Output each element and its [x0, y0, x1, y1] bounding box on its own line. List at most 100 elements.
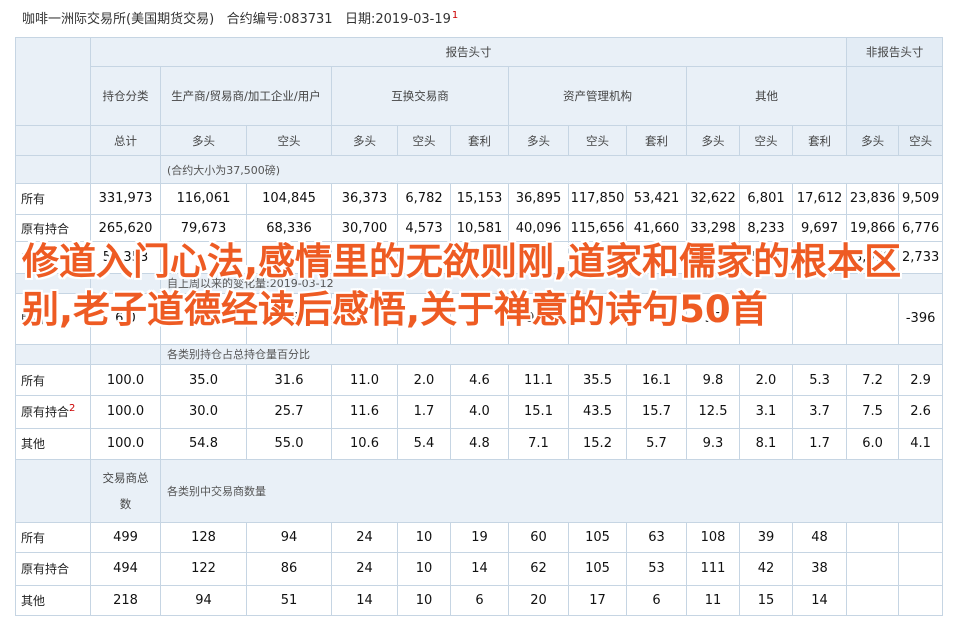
table-cell: 4,573	[397, 214, 451, 243]
table-cell	[331, 241, 398, 274]
table-cell: 8,233	[739, 214, 793, 243]
table-cell: 11.0	[331, 363, 398, 397]
col-long: 多头	[331, 125, 398, 157]
col-short: 空头	[568, 125, 627, 157]
blank-cell	[15, 125, 91, 157]
cot-report-table: 报告头寸 非报告头寸 持仓分类 生产商/贸易商/加工企业/用户 互换交易商 资产…	[15, 36, 944, 617]
row-label-old: 原有持合	[15, 214, 91, 243]
table-cell: 111	[686, 552, 740, 586]
table-cell: 10	[397, 552, 451, 586]
table-cell	[791, 293, 848, 345]
table-cell: 54.8	[160, 427, 247, 461]
table-cell: 30.0	[160, 395, 247, 429]
row-label-old: 原有持合	[15, 552, 91, 586]
blank-cell	[15, 459, 91, 523]
table-cell: 23,836	[846, 182, 900, 216]
table-cell: 14	[791, 584, 848, 617]
table-cell: 53	[626, 552, 687, 586]
table-cell: 11	[686, 584, 740, 617]
table-cell: 68,336	[246, 214, 332, 243]
table-cell: 265,620	[90, 214, 161, 243]
table-cell	[160, 241, 247, 274]
table-cell	[846, 521, 900, 554]
table-cell: 25.7	[246, 395, 332, 429]
header-footnote: 1	[451, 9, 459, 21]
table-cell	[739, 293, 793, 345]
col-short: 空头	[739, 125, 793, 157]
table-cell: 36,373	[331, 182, 398, 216]
table-cell: 20	[508, 584, 569, 617]
table-cell: 494	[90, 552, 161, 586]
table-cell: 9.3	[686, 427, 740, 461]
col-long: 多头	[686, 125, 740, 157]
table-cell: 3.1	[739, 395, 793, 429]
table-cell: 9,697	[791, 214, 848, 243]
table-cell	[568, 241, 627, 274]
blank-cell	[15, 155, 91, 184]
table-cell	[898, 552, 944, 586]
table-cell: 33,298	[686, 214, 740, 243]
table-cell: 6,782	[397, 182, 451, 216]
table-cell: 10,581	[450, 214, 509, 243]
row-label-other: 其他	[15, 241, 91, 274]
producer-header: 生产商/贸易商/加工企业/用户	[160, 66, 332, 127]
table-cell: 6,801	[739, 182, 793, 216]
pct-section-note: 各类别持仓占总持仓量百分比	[159, 343, 944, 365]
table-cell: 62	[508, 552, 569, 586]
table-row: 原有持合 265,620 79,673 68,336 30,700 4,573 10,581…	[15, 214, 944, 243]
col-long: 多头	[508, 125, 569, 157]
reportable-header: 报告头寸	[89, 36, 848, 68]
managed-money-header: 资产管理机构	[508, 66, 687, 127]
table-cell: 30,700	[331, 214, 398, 243]
blank-cell	[15, 343, 91, 365]
table-row: 所有 100.0 35.0 31.6 11.0 2.0 4.6 11.1 35.5 16.1 9.8…	[15, 363, 944, 397]
table-cell: 7.1	[508, 427, 569, 461]
col-total: 总计	[90, 125, 161, 157]
trader-total-header: 交易商总数	[90, 459, 161, 523]
table-cell	[846, 293, 900, 345]
table-cell	[626, 293, 687, 345]
table-cell: 331,973	[90, 182, 161, 216]
corner-cell	[15, 36, 91, 127]
table-cell: 4.8	[450, 427, 509, 461]
table-cell: 2.9	[898, 363, 944, 397]
table-cell: 116,061	[160, 182, 247, 216]
table-cell: 19,866	[846, 214, 900, 243]
table-cell	[331, 293, 398, 345]
table-cell: 53,421	[626, 182, 687, 216]
table-cell: 100.0	[90, 427, 161, 461]
table-cell: 5,34	[739, 241, 793, 274]
col-short: 空头	[246, 125, 332, 157]
table-cell: 35.0	[160, 363, 247, 397]
table-cell: 15,153	[450, 182, 509, 216]
col-spread: 套利	[450, 125, 509, 157]
table-cell: 104,845	[246, 182, 332, 216]
table-cell: 17,612	[791, 182, 848, 216]
table-row: 所有 6,0 5, 5,380 908 35 -396	[15, 293, 944, 345]
table-cell: 10	[397, 584, 451, 617]
table-row: 所有 331,973 116,061 104,845 36,373 6,782 15,153…	[15, 182, 944, 216]
table-cell: 4.6	[450, 363, 509, 397]
row-label-all: 所有	[15, 363, 91, 397]
table-cell: 6	[626, 584, 687, 617]
row-label-all: 所有	[15, 182, 91, 216]
table-cell: 6,776	[898, 214, 944, 243]
table-cell: 5.7	[626, 427, 687, 461]
table-cell	[898, 584, 944, 617]
table-cell: 24	[331, 521, 398, 554]
table-cell: 41,660	[626, 214, 687, 243]
table-cell: 48	[791, 521, 848, 554]
table-cell: 15.7	[626, 395, 687, 429]
report-date: 日期:2019-03-19	[344, 12, 451, 27]
table-cell	[846, 552, 900, 586]
table-cell: 7.2	[846, 363, 900, 397]
table-cell: 43.5	[568, 395, 627, 429]
trader-section-note: 各类别中交易商数量	[159, 459, 944, 523]
table-cell: 86	[246, 552, 332, 586]
table-cell: 16.1	[626, 363, 687, 397]
row-label-all: 所有	[15, 293, 91, 345]
table-cell	[791, 241, 848, 274]
table-cell	[686, 241, 740, 274]
table-cell: 105	[568, 521, 627, 554]
table-cell: 2.0	[397, 363, 451, 397]
